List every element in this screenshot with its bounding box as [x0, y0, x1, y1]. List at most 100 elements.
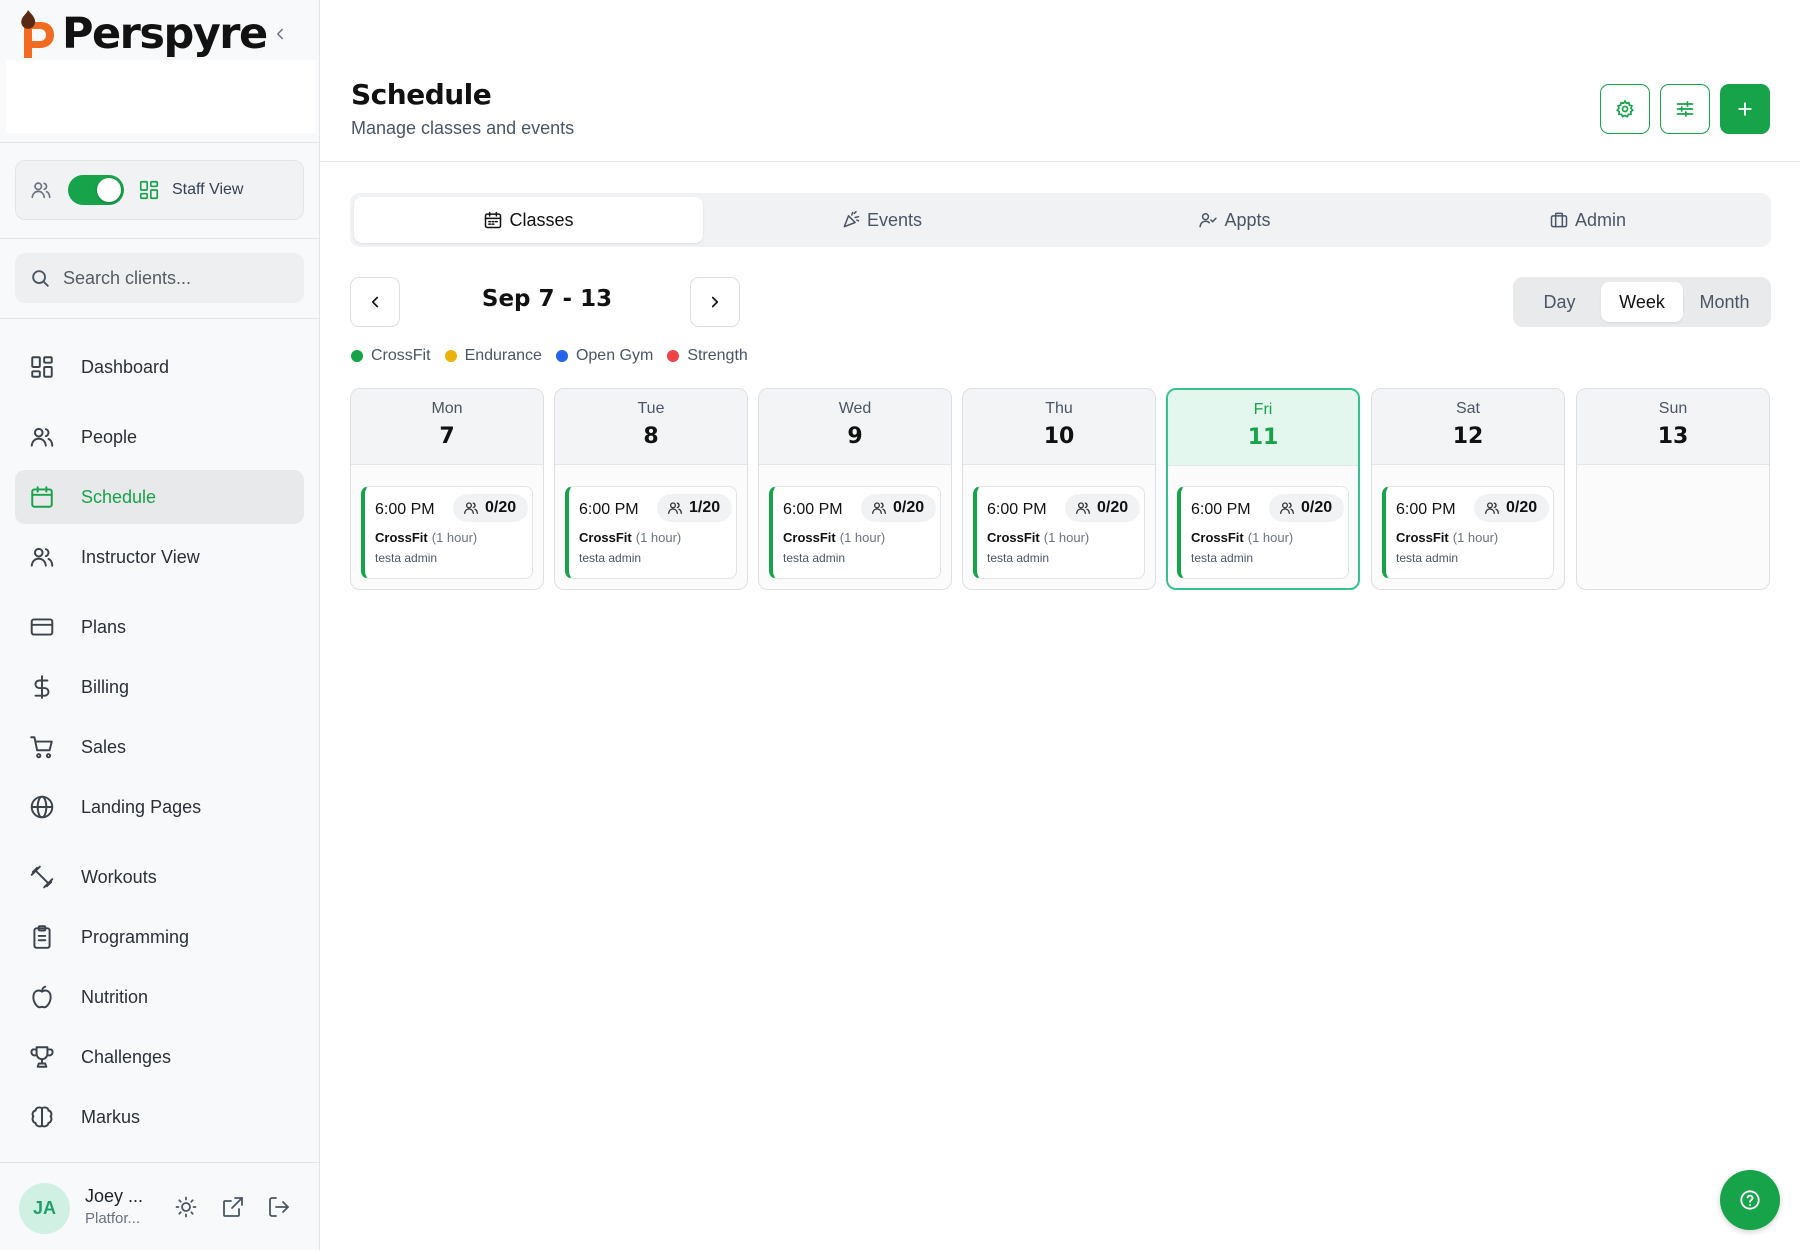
- dollar-icon: [34, 675, 50, 699]
- sliders-icon: [1676, 101, 1694, 117]
- tab-admin[interactable]: Admin: [1413, 197, 1762, 243]
- people-icon: [668, 502, 682, 514]
- help-button[interactable]: [1720, 1170, 1780, 1230]
- logout-button[interactable]: [267, 1195, 291, 1219]
- class-card[interactable]: 6:00 PM 0/20 CrossFit (1 hour) testa admi…: [973, 486, 1145, 579]
- clipboard-icon: [33, 925, 51, 949]
- class-duration: (1 hour): [635, 530, 682, 545]
- tab-label: Appts: [1224, 209, 1271, 230]
- dashboard-grid-icon: [139, 180, 159, 200]
- class-card[interactable]: 6:00 PM 0/20 CrossFit (1 hour) testa admi…: [1382, 486, 1554, 579]
- settings-button[interactable]: [1600, 84, 1650, 134]
- day-column-mon[interactable]: Mon 7 6:00 PM 0/20 CrossFit (1 hour) test…: [350, 388, 544, 590]
- tab-events[interactable]: Events: [707, 197, 1056, 243]
- brand-banner-area: [6, 60, 316, 133]
- day-name: Sat: [1455, 400, 1480, 417]
- class-name-line: CrossFit (1 hour): [1191, 530, 1293, 545]
- day-name: Tue: [637, 400, 665, 417]
- search-clients-input[interactable]: [63, 267, 293, 289]
- theme-toggle-button[interactable]: [174, 1195, 198, 1219]
- view-week-button[interactable]: Week: [1601, 282, 1683, 322]
- add-button[interactable]: [1720, 84, 1770, 134]
- sidebar-item-dashboard[interactable]: Dashboard: [15, 340, 304, 394]
- dashboard-icon: [31, 356, 53, 378]
- day-column-fri-today[interactable]: Fri 11 6:00 PM 0/20 CrossFit (1 hour) tes…: [1166, 388, 1360, 590]
- calendar-icon: [485, 211, 502, 229]
- staff-view-label: Staff View: [172, 181, 244, 198]
- brain-icon: [31, 1106, 53, 1128]
- sun-icon: [175, 1196, 197, 1218]
- legend-label: Open Gym: [575, 347, 654, 364]
- external-link-icon: [223, 1197, 243, 1217]
- tab-appts[interactable]: Appts: [1060, 197, 1409, 243]
- legend-dot: [555, 350, 568, 362]
- class-name-line: CrossFit (1 hour): [1396, 530, 1498, 545]
- legend-label: Strength: [687, 347, 748, 364]
- day-date: 13: [1657, 424, 1689, 449]
- class-duration: (1 hour): [1452, 530, 1499, 545]
- sidebar-item-markus[interactable]: Markus: [15, 1090, 304, 1144]
- day-column-sat[interactable]: Sat 12 6:00 PM 0/20 CrossFit (1 hour) tes…: [1371, 388, 1565, 590]
- user-role: Platfor...: [85, 1210, 141, 1227]
- chevron-left-icon: [277, 28, 283, 40]
- view-day-button[interactable]: Day: [1518, 282, 1601, 322]
- sidebar-item-plans[interactable]: Plans: [15, 600, 304, 654]
- collapse-sidebar-button[interactable]: [268, 22, 292, 46]
- day-name: Mon: [431, 400, 463, 417]
- page-subtitle: Manage classes and events: [351, 118, 575, 138]
- sidebar-item-programming[interactable]: Programming: [15, 910, 304, 964]
- class-name: CrossFit: [375, 530, 428, 545]
- sidebar-item-workouts[interactable]: Workouts: [15, 850, 304, 904]
- class-name: CrossFit: [783, 530, 836, 545]
- class-card[interactable]: 6:00 PM 1/20 CrossFit (1 hour) testa admi…: [565, 486, 737, 579]
- calendar-icon: [31, 486, 53, 508]
- sidebar-item-sales[interactable]: Sales: [15, 720, 304, 774]
- sidebar-item-people[interactable]: People: [15, 410, 304, 464]
- class-instructor: testa admin: [783, 551, 846, 565]
- previous-week-button[interactable]: [350, 277, 400, 327]
- sidebar-item-landing-pages[interactable]: Landing Pages: [15, 780, 304, 834]
- class-capacity-badge: 0/20: [1474, 494, 1550, 522]
- next-week-button[interactable]: [690, 277, 740, 327]
- legend-label: CrossFit: [371, 347, 431, 364]
- day-column-sun[interactable]: Sun 13: [1576, 388, 1770, 590]
- sidebar-item-billing[interactable]: Billing: [15, 660, 304, 714]
- day-name: Fri: [1253, 401, 1273, 418]
- view-mode-switch[interactable]: [68, 175, 124, 205]
- day-column-thu[interactable]: Thu 10 6:00 PM 0/20 CrossFit (1 hour) tes…: [962, 388, 1156, 590]
- legend-dot: [351, 350, 363, 362]
- sidebar-item-schedule[interactable]: Schedule: [15, 470, 304, 524]
- header-divider: [321, 161, 1800, 162]
- day-column-tue[interactable]: Tue 8 6:00 PM 1/20 CrossFit (1 hour) test…: [554, 388, 748, 590]
- sidebar-item-label: Markus: [81, 1106, 141, 1127]
- class-card[interactable]: 6:00 PM 0/20 CrossFit (1 hour) testa admi…: [769, 486, 941, 579]
- view-month-button[interactable]: Month: [1683, 282, 1766, 322]
- avatar[interactable]: JA: [19, 1183, 70, 1234]
- class-time: 6:00 PM: [1191, 501, 1251, 518]
- class-card[interactable]: 6:00 PM 0/20 CrossFit (1 hour) testa admi…: [1177, 486, 1349, 579]
- sidebar-item-nutrition[interactable]: Nutrition: [15, 970, 304, 1024]
- filters-button[interactable]: [1660, 84, 1710, 134]
- open-external-button[interactable]: [221, 1195, 245, 1219]
- class-card[interactable]: 6:00 PM 0/20 CrossFit (1 hour) testa admi…: [361, 486, 533, 579]
- people-icon: [1280, 502, 1294, 514]
- brand-name: Perspyre: [62, 9, 268, 59]
- gear-icon: [1616, 99, 1634, 118]
- class-capacity: 0/20: [485, 499, 517, 516]
- people-icon: [30, 547, 54, 567]
- day-header: Wed 9: [759, 389, 951, 465]
- sidebar-item-challenges[interactable]: Challenges: [15, 1030, 304, 1084]
- main-content: Schedule Manage classes and events Class…: [321, 0, 1800, 1250]
- page-title: Schedule: [351, 78, 492, 111]
- day-header: Fri 11: [1168, 390, 1358, 466]
- class-capacity: 0/20: [1506, 499, 1538, 516]
- class-name: CrossFit: [579, 530, 632, 545]
- sidebar-item-label: Challenges: [81, 1046, 172, 1067]
- plus-icon: [1738, 102, 1752, 116]
- class-time: 6:00 PM: [1396, 501, 1456, 518]
- tab-classes[interactable]: Classes: [354, 197, 703, 243]
- sidebar-item-instructor-view[interactable]: Instructor View: [15, 530, 304, 584]
- day-header: Mon 7: [351, 389, 543, 465]
- brand-logo[interactable]: Perspyre: [18, 8, 268, 60]
- day-column-wed[interactable]: Wed 9 6:00 PM 0/20 CrossFit (1 hour) test…: [758, 388, 952, 590]
